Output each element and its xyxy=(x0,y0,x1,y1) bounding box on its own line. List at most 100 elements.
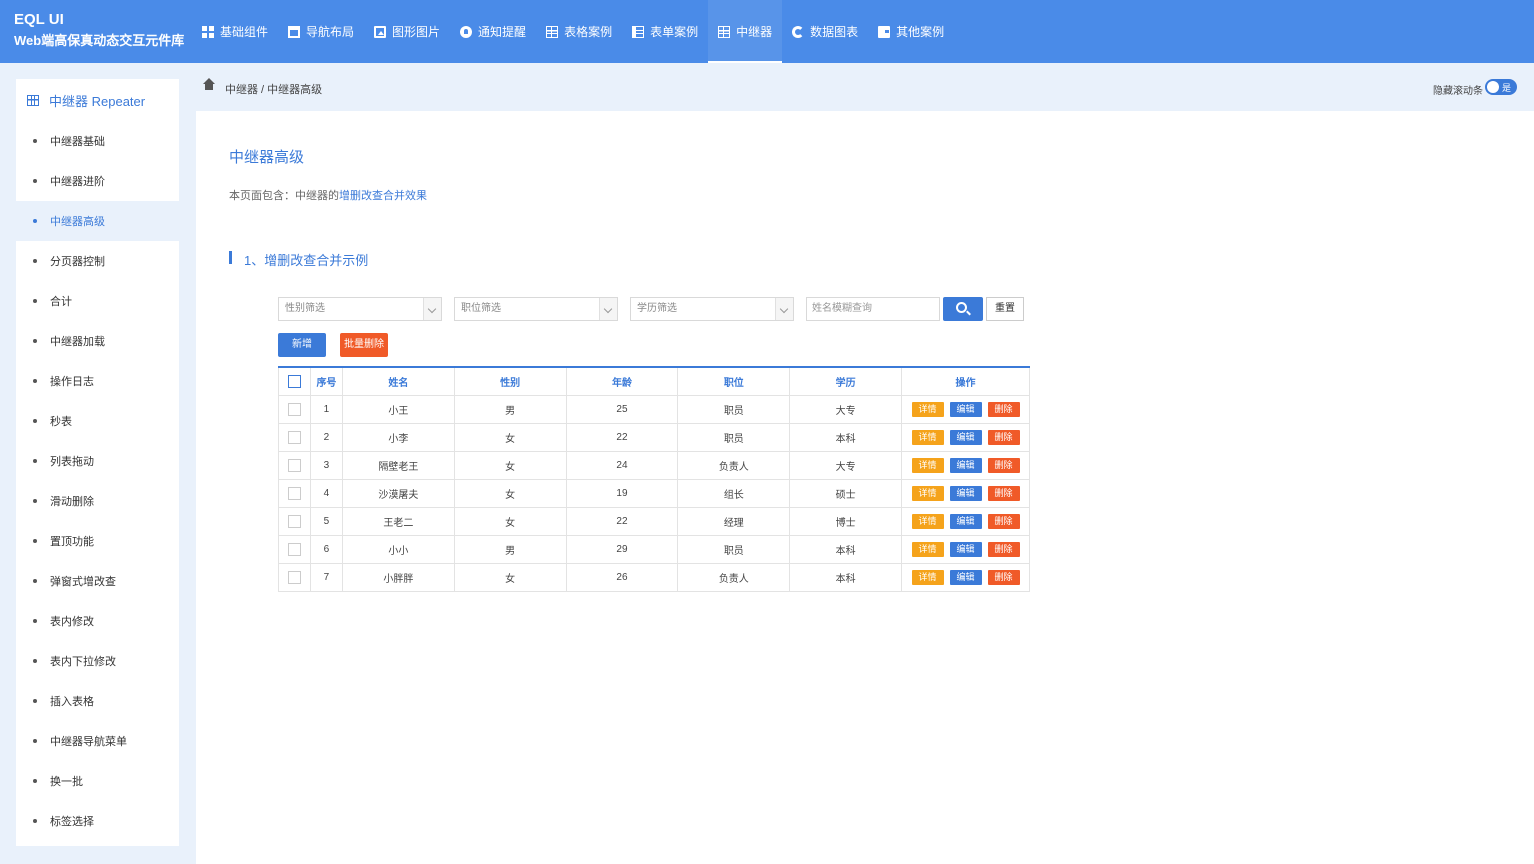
row-checkbox[interactable] xyxy=(287,430,301,444)
detail-button[interactable]: 详情 xyxy=(911,541,944,557)
reset-button[interactable]: 重置 xyxy=(986,297,1024,321)
nav-item-4[interactable]: 通知提醒 xyxy=(450,0,536,63)
cell-name: 小李 xyxy=(341,422,455,452)
edit-button[interactable]: 编辑 xyxy=(949,513,982,529)
sidebar-item[interactable]: 操作日志 xyxy=(16,361,179,401)
row-checkbox[interactable] xyxy=(287,486,301,500)
delete-button[interactable]: 删除 xyxy=(987,485,1020,501)
nav-item-6[interactable]: 表单案例 xyxy=(622,0,708,63)
edit-button[interactable]: 编辑 xyxy=(949,541,982,557)
row-checkbox[interactable] xyxy=(287,458,301,472)
detail-button[interactable]: 详情 xyxy=(911,429,944,445)
cell-index: 2 xyxy=(309,422,343,452)
delete-button[interactable]: 删除 xyxy=(987,513,1020,529)
delete-button[interactable]: 删除 xyxy=(987,569,1020,585)
sidebar-item[interactable]: 秒表 xyxy=(16,401,179,441)
select-all-cell xyxy=(278,366,311,396)
delete-button[interactable]: 删除 xyxy=(987,401,1020,417)
edit-button[interactable]: 编辑 xyxy=(949,485,982,501)
edit-button[interactable]: 编辑 xyxy=(949,401,982,417)
sidebar-item[interactable]: 标签选择 xyxy=(16,801,179,841)
name-search-input[interactable]: 姓名模糊查询 xyxy=(806,297,940,321)
bullet-icon xyxy=(33,459,37,463)
row-checkbox[interactable] xyxy=(287,402,301,416)
main-content: 中继器高级 本页面包含：中继器的增删改查合并效果 1、增删改查合并示例 性别筛选… xyxy=(196,111,1534,864)
sidebar-item[interactable]: 插入表格 xyxy=(16,681,179,721)
gender-filter-placeholder: 性别筛选 xyxy=(285,303,325,314)
row-checkbox[interactable] xyxy=(287,542,301,556)
sidebar-item[interactable]: 弹窗式增改查 xyxy=(16,561,179,601)
scrollbar-toggle[interactable]: 是 xyxy=(1485,79,1517,95)
cell-position: 负责人 xyxy=(677,450,791,480)
nav-item-5[interactable]: 表格案例 xyxy=(536,0,622,63)
sidebar-item[interactable]: 合计 xyxy=(16,281,179,321)
delete-button[interactable]: 删除 xyxy=(987,457,1020,473)
sidebar-item[interactable]: 换一批 xyxy=(16,761,179,801)
sidebar-item-label: 秒表 xyxy=(50,416,72,428)
table-row: 3 隔壁老王女 24 负责人 大专 详情 编辑 删除 xyxy=(278,450,1030,480)
position-filter-select[interactable]: 职位筛选 xyxy=(454,297,618,321)
gender-filter-select[interactable]: 性别筛选 xyxy=(278,297,442,321)
sidebar-item[interactable]: 中继器加载 xyxy=(16,321,179,361)
sidebar-item[interactable]: 中继器基础 xyxy=(16,121,179,161)
breadcrumb: 中继器 / 中继器高级 xyxy=(225,84,323,96)
detail-button[interactable]: 详情 xyxy=(911,457,944,473)
delete-button[interactable]: 删除 xyxy=(987,541,1020,557)
sidebar-title[interactable]: 中继器 Repeater xyxy=(16,79,179,121)
select-all-checkbox[interactable] xyxy=(287,374,301,388)
row-checkbox[interactable] xyxy=(287,570,301,584)
detail-button[interactable]: 详情 xyxy=(911,401,944,417)
sidebar-item[interactable]: 分页器控制 xyxy=(16,241,179,281)
sidebar-item-label: 中继器高级 xyxy=(50,216,105,228)
cell-education: 本科 xyxy=(789,562,903,592)
form-icon xyxy=(632,25,645,38)
sidebar-item[interactable]: 表内修改 xyxy=(16,601,179,641)
cell-age: 22 xyxy=(565,506,679,536)
cell-education: 博士 xyxy=(789,506,903,536)
delete-button[interactable]: 删除 xyxy=(987,429,1020,445)
detail-button[interactable]: 详情 xyxy=(911,513,944,529)
sidebar-title-label: 中继器 Repeater xyxy=(49,93,146,109)
detail-button[interactable]: 详情 xyxy=(911,569,944,585)
row-select-cell xyxy=(278,450,311,480)
sidebar-item[interactable]: 置顶功能 xyxy=(16,521,179,561)
sidebar-item[interactable]: 中继器进阶 xyxy=(16,161,179,201)
add-button[interactable]: 新增 xyxy=(278,333,326,357)
row-select-cell xyxy=(278,506,311,536)
education-filter-placeholder: 学历筛选 xyxy=(637,303,677,314)
cell-name: 隔壁老王 xyxy=(341,450,455,480)
sidebar-item[interactable]: 滑动删除 xyxy=(16,481,179,521)
edit-button[interactable]: 编辑 xyxy=(949,569,982,585)
search-button[interactable] xyxy=(943,297,983,321)
chart-icon xyxy=(792,25,805,38)
brand[interactable]: EQL UI Web端高保真动态交互元件库 xyxy=(14,11,184,51)
nav-item-2[interactable]: 导航布局 xyxy=(278,0,364,63)
page-description: 本页面包含：中继器的增删改查合并效果 xyxy=(229,187,427,203)
education-filter-select[interactable]: 学历筛选 xyxy=(630,297,794,321)
header-education: 学历 xyxy=(789,366,903,396)
sidebar-item[interactable]: 中继器导航菜单 xyxy=(16,721,179,761)
nav-item-7[interactable]: 中继器 xyxy=(708,0,783,63)
home-icon[interactable] xyxy=(203,78,215,93)
cell-education: 硕士 xyxy=(789,478,903,508)
sidebar-item[interactable]: 列表拖动 xyxy=(16,441,179,481)
edit-button[interactable]: 编辑 xyxy=(949,429,982,445)
sidebar-item[interactable]: 表内下拉修改 xyxy=(16,641,179,681)
nav-item-3[interactable]: 图形图片 xyxy=(364,0,450,63)
bullet-icon xyxy=(33,339,37,343)
page-description-link[interactable]: 增删改查合并效果 xyxy=(339,190,427,202)
row-checkbox[interactable] xyxy=(287,514,301,528)
edit-button[interactable]: 编辑 xyxy=(949,457,982,473)
nav-item-9[interactable]: 其他案例 xyxy=(868,0,954,63)
top-nav: 基础组件 导航布局 图形图片 通知提醒 表格案例 表单案例 中继器 数据图表 其他案例 xyxy=(192,0,954,63)
nav-item-label: 表单案例 xyxy=(650,25,699,39)
sidebar-item-label: 中继器进阶 xyxy=(50,176,105,188)
sidebar-item[interactable]: 中继器高级 xyxy=(16,201,179,241)
batch-delete-button[interactable]: 批量删除 xyxy=(340,333,388,357)
cell-gender: 女 xyxy=(453,562,567,592)
search-icon xyxy=(956,302,967,313)
cell-actions: 详情 编辑 删除 xyxy=(901,506,1030,536)
detail-button[interactable]: 详情 xyxy=(911,485,944,501)
nav-item-1[interactable]: 基础组件 xyxy=(192,0,278,63)
nav-item-8[interactable]: 数据图表 xyxy=(782,0,868,63)
